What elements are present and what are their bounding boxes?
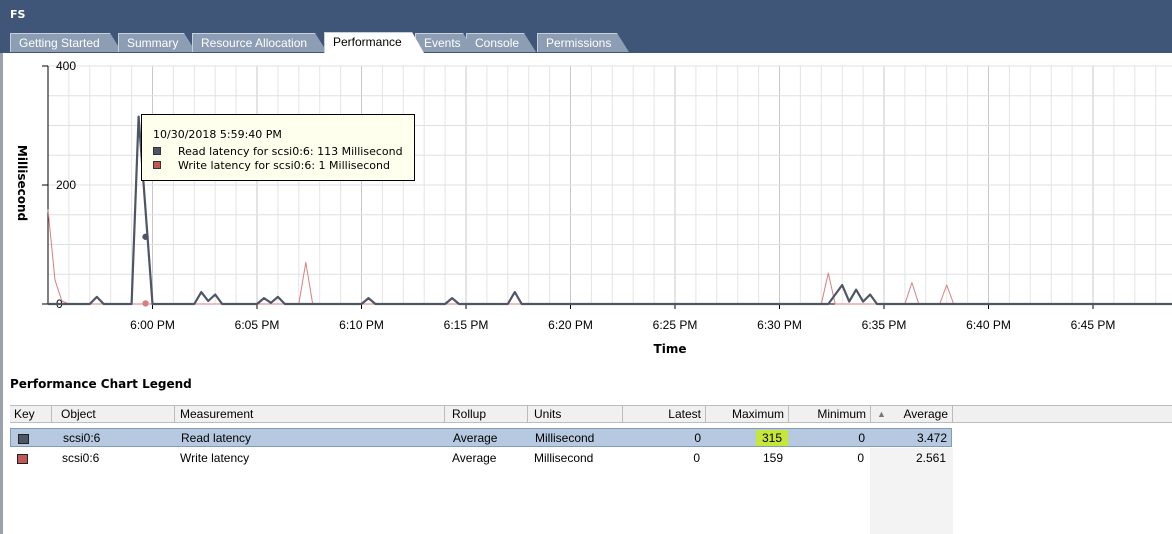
tab-label: Permissions <box>546 36 612 50</box>
window-title-bar: FS <box>0 0 1172 31</box>
x-tick-label: 6:15 PM <box>444 318 489 332</box>
tab-label: Performance <box>333 35 402 49</box>
tab-label: Events <box>424 36 461 50</box>
legend-row-write-latency[interactable]: scsi0:6 Write latency Average Millisecon… <box>10 449 952 468</box>
tab-summary[interactable]: Summary <box>118 33 196 52</box>
tab-label: Resource Allocation <box>201 36 308 50</box>
column-header-average-label: Average <box>903 407 948 421</box>
x-axis-title: Time <box>654 342 687 356</box>
cell-average: 2.561 <box>915 451 946 465</box>
cell-object: scsi0:6 <box>63 431 101 445</box>
tab-strip: Getting Started Summary Resource Allocat… <box>0 31 1172 53</box>
cell-measurement: Write latency <box>180 451 250 465</box>
performance-chart[interactable]: 40020006:00 PM 6:05 PM 6:10 PM 6:15 PM 6:20 … <box>0 53 1172 363</box>
tab-console[interactable]: Console <box>466 33 536 52</box>
y-tick-label: 200 <box>56 178 76 192</box>
cell-maximum: 159 <box>762 451 783 465</box>
cell-measurement: Read latency <box>181 431 252 445</box>
legend-header: Key Object Measurement Rollup Units Late… <box>10 405 1172 423</box>
cell-rollup: Average <box>452 451 497 465</box>
read-color-swatch <box>153 147 161 155</box>
tab-getting-started[interactable]: Getting Started <box>10 33 122 52</box>
column-header-rollup[interactable]: Rollup <box>445 406 528 423</box>
y-tick-label: 400 <box>56 59 76 73</box>
x-tick-label: 6:35 PM <box>862 318 907 332</box>
write-hover-marker <box>142 300 149 307</box>
column-header-minimum[interactable]: Minimum <box>789 406 871 423</box>
cell-object: scsi0:6 <box>62 451 100 465</box>
y-axis-title: Millisecond <box>15 145 29 221</box>
cell-rollup: Average <box>453 431 498 445</box>
tab-label: Getting Started <box>19 36 100 50</box>
cell-average: 3.472 <box>916 431 947 445</box>
write-color-swatch <box>153 161 161 169</box>
write-latency-key-swatch <box>17 454 28 464</box>
tooltip-write-text: Write latency for scsi0:6: 1 Millisecond <box>178 159 390 172</box>
column-header-average[interactable]: ▲ Average <box>871 406 953 423</box>
cell-latest: 0 <box>693 451 700 465</box>
x-tick-label: 6:10 PM <box>339 318 384 332</box>
cell-minimum: 0 <box>857 451 864 465</box>
tab-label: Summary <box>127 36 179 50</box>
cell-latest: 0 <box>694 431 701 445</box>
x-tick-label: 6:40 PM <box>966 318 1011 332</box>
window-title: FS <box>10 8 26 21</box>
x-tick-label: 6:30 PM <box>757 318 802 332</box>
tab-performance[interactable]: Performance <box>324 32 424 53</box>
chart-tooltip: 10/30/2018 5:59:40 PM Read latency for s… <box>141 114 415 181</box>
x-tick-label: 6:05 PM <box>235 318 280 332</box>
column-header-units[interactable]: Units <box>528 406 623 423</box>
x-tick-label: 6:20 PM <box>548 318 593 332</box>
write-latency-series-line[interactable] <box>47 209 1172 305</box>
column-header-maximum[interactable]: Maximum <box>706 406 789 423</box>
tab-resource-allocation[interactable]: Resource Allocation <box>192 33 327 52</box>
cell-maximum-highlighted: 315 <box>756 429 789 448</box>
tab-label: Console <box>475 36 520 50</box>
cell-units: Millisecond <box>534 451 594 465</box>
read-hover-marker <box>142 233 149 240</box>
maximum-value-highlight: 315 <box>756 430 789 446</box>
x-tick-label: 6:45 PM <box>1071 318 1116 332</box>
tooltip-timestamp: 10/30/2018 5:59:40 PM <box>153 128 282 141</box>
cell-units: Millisecond <box>535 431 595 445</box>
legend-heading: Performance Chart Legend <box>10 377 192 391</box>
column-header-latest[interactable]: Latest <box>623 406 706 423</box>
tooltip-read-text: Read latency for scsi0:6: 113 Millisecon… <box>178 145 403 158</box>
tab-permissions[interactable]: Permissions <box>537 33 629 52</box>
x-tick-label: 6:00 PM <box>130 318 175 332</box>
x-tick-label: 6:25 PM <box>653 318 698 332</box>
column-header-key[interactable]: Key <box>10 406 52 423</box>
cell-minimum: 0 <box>858 431 865 445</box>
sort-ascending-icon: ▲ <box>877 409 886 419</box>
read-latency-key-swatch <box>18 434 29 444</box>
column-header-measurement[interactable]: Measurement <box>175 406 445 423</box>
column-header-object[interactable]: Object <box>52 406 175 423</box>
legend-row-read-latency[interactable]: scsi0:6 Read latency Average Millisecond… <box>10 428 952 447</box>
